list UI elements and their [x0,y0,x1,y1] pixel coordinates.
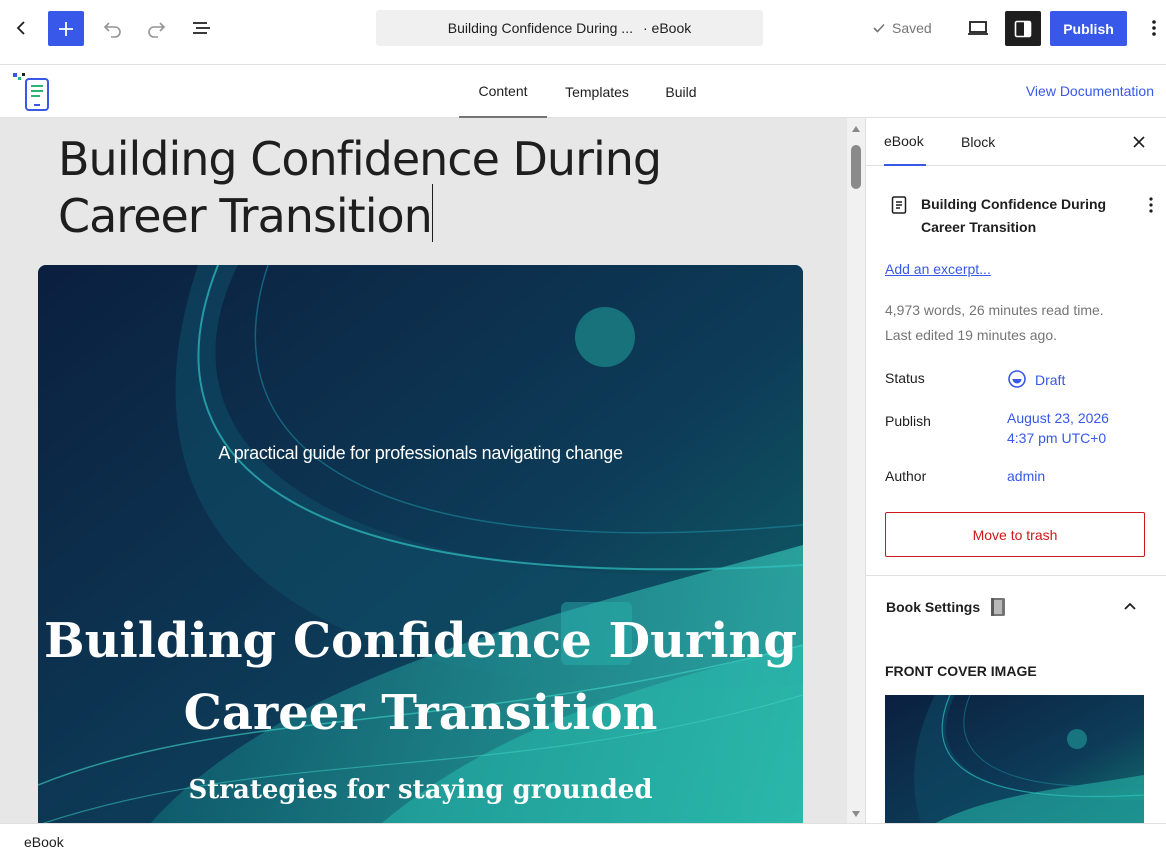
laptop-icon [968,21,988,35]
chevron-up-icon[interactable] [1120,596,1140,616]
close-icon[interactable] [1129,132,1149,152]
document-title: Building Confidence During ... [447,20,633,36]
book-icon [991,598,1006,616]
view-documentation-link[interactable]: View Documentation [1026,83,1154,99]
sidebar-tabs: eBook Block [866,118,1166,166]
scrollbar-thumb[interactable] [851,145,861,189]
publish-label: Publish [885,413,931,429]
sidebar-icon [1014,20,1032,37]
text-caret [431,184,433,242]
tab-templates[interactable]: Templates [557,65,637,118]
publish-time: 4:37 pm UTC+0 [1007,430,1107,446]
chevron-left-icon [16,21,25,35]
options-button[interactable] [1142,11,1166,45]
publish-date-button[interactable]: August 23, 2026 4:37 pm UTC+0 [1007,408,1109,448]
book-settings-label: Book Settings [886,599,981,615]
undo-icon [103,22,121,38]
editor-toolbar: Building Confidence During ... · eBook S… [0,0,1166,65]
more-vertical-icon[interactable] [1141,195,1161,215]
saved-indicator: Saved [872,18,932,38]
author-value[interactable]: admin [1007,466,1045,486]
redo-icon [148,22,166,38]
redo-button[interactable] [141,11,173,45]
tab-ebook[interactable]: eBook [884,118,926,166]
status-label: Status [885,370,925,386]
list-view-icon [193,22,210,34]
document-icon [891,196,907,214]
back-button[interactable] [6,11,36,45]
saved-label: Saved [892,20,932,36]
front-cover-image[interactable] [885,695,1144,823]
preview-device-button[interactable] [962,11,994,45]
book-settings-toggle[interactable]: Book Settings [886,596,1008,618]
tab-build[interactable]: Build [655,65,707,118]
cover-title[interactable]: Building Confidence During Career Transi… [38,605,803,749]
draft-status-icon [1008,370,1026,388]
plus-icon [59,21,73,36]
document-overview-button[interactable] [186,11,218,45]
document-type: · eBook [642,20,692,36]
status-value-text: Draft [1035,372,1066,388]
undo-button[interactable] [96,11,128,45]
post-title-input[interactable]: Building Confidence During Career Transi… [58,134,818,242]
add-excerpt-link[interactable]: Add an excerpt... [885,261,991,277]
sidebar-post-title: Building Confidence During Career Transi… [921,196,1107,235]
post-meta: 4,973 words, 26 minutes read time. Last … [885,298,1104,348]
status-value[interactable]: Draft [1007,369,1065,390]
move-to-trash-button[interactable]: Move to trash [885,512,1145,557]
add-block-button[interactable] [48,11,84,46]
tab-block[interactable]: Block [961,118,995,166]
cover-tagline[interactable]: Strategies for staying grounded [38,775,803,805]
cover-subtitle[interactable]: A practical guide for professionals navi… [38,443,803,464]
ebook-logo-icon [13,73,49,111]
scroll-up-arrow-icon[interactable] [851,124,861,134]
editor-footer: eBook [0,823,1166,857]
editor-canvas: Building Confidence During Career Transi… [0,118,847,823]
check-icon [873,23,885,33]
publish-date: August 23, 2026 [1007,410,1109,426]
more-vertical-icon [1152,20,1156,36]
front-cover-thumbnail-art [885,695,1144,823]
word-count-text: 4,973 words, 26 minutes read time. [885,302,1104,318]
ebook-logo [11,71,51,111]
document-title-bar[interactable]: Building Confidence During ... · eBook [376,10,763,46]
plugin-nav-bar: Content Templates Build View Documentati… [0,65,1166,118]
post-title-text: Building Confidence During Career Transi… [58,132,662,243]
publish-button[interactable]: Publish [1050,11,1127,46]
breadcrumb[interactable]: eBook [24,834,64,850]
tab-content[interactable]: Content [459,65,547,118]
settings-toggle-button[interactable] [1005,11,1041,46]
author-label: Author [885,468,927,484]
sidebar-divider [866,575,1166,576]
settings-sidebar: eBook Block Building Confidence During C… [865,118,1166,823]
last-edited-text: Last edited 19 minutes ago. [885,327,1058,343]
cover-block[interactable]: A practical guide for professionals navi… [38,265,803,823]
front-cover-label: FRONT COVER IMAGE [885,663,1037,679]
scroll-down-arrow-icon[interactable] [851,809,861,819]
canvas-scrollbar[interactable] [847,118,865,823]
